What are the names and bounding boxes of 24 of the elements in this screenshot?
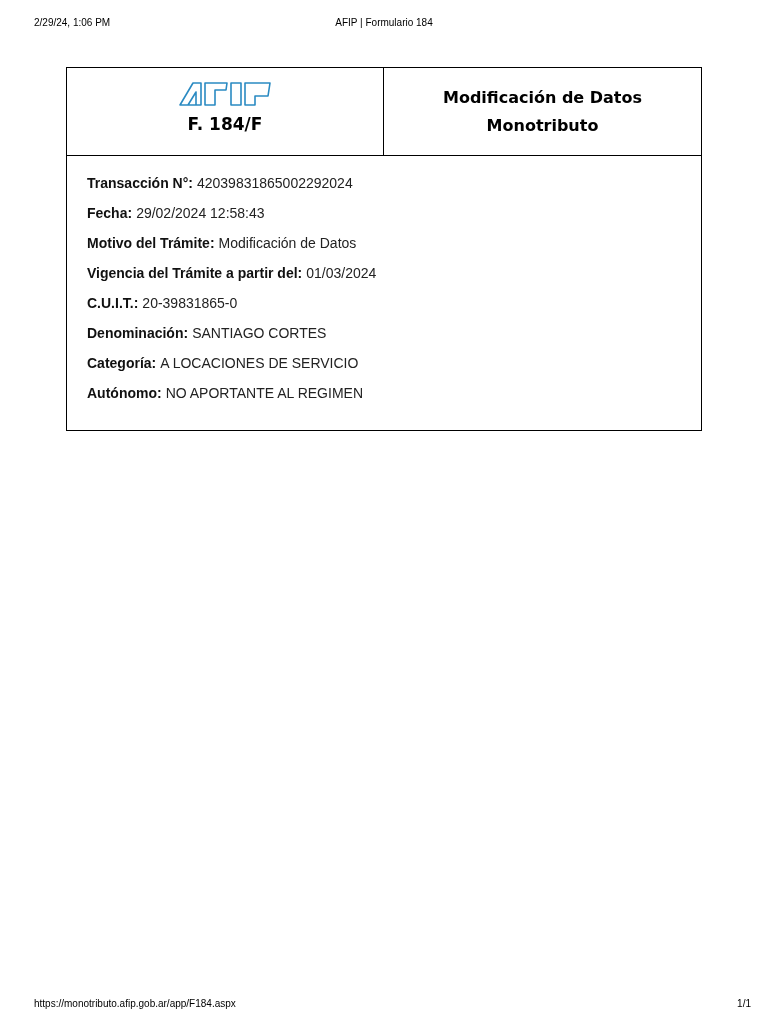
field-label: Autónomo: <box>87 385 162 401</box>
form-title: Modificación de Datos <box>443 88 642 107</box>
field-value: SANTIAGO CORTES <box>192 325 327 341</box>
page-title: AFIP | Formulario 184 <box>335 17 433 30</box>
field-value: NO APORTANTE AL REGIMEN <box>165 385 363 401</box>
field-label: Denominación: <box>87 325 189 341</box>
print-date: 2/29/24, 1:06 PM <box>34 17 112 30</box>
page-number: 1/1 <box>737 998 751 1009</box>
form-code: F. 184/F <box>187 114 263 134</box>
field-value: 01/03/2024 <box>306 265 377 281</box>
field-value: 29/02/2024 12:58:43 <box>136 205 265 221</box>
field-label: Motivo del Trámite: <box>87 235 215 251</box>
field-label: C.U.I.T.: <box>87 295 139 311</box>
field-value: 20-39831865-0 <box>142 295 238 311</box>
field-label: Fecha: <box>87 205 133 221</box>
field-label: Transacción N°: <box>87 175 193 191</box>
field-value: Modificación de Datos <box>218 235 357 251</box>
field-label: Categoría: <box>87 355 157 371</box>
page-url: https://monotributo.afip.gob.ar/app/F184.aspx <box>34 998 236 1009</box>
field-value: A LOCACIONES DE SERVICIO <box>160 355 359 371</box>
form-title: Monotributo <box>486 116 599 135</box>
logo-icon <box>179 82 271 106</box>
field-label: Vigencia del Trámite a partir del: <box>87 265 303 281</box>
field-value: 42039831865002292024 <box>196 175 353 191</box>
